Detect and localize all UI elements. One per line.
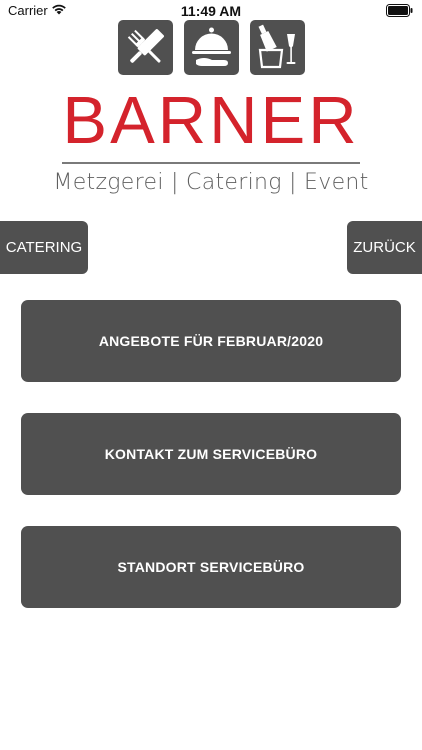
brand-logo: BARNER [62,83,360,158]
back-button[interactable]: ZURÜCK [347,221,422,274]
offers-button-label: ANGEBOTE FÜR FEBRUAR/2020 [98,333,324,349]
clock: 11:49 AM [180,3,242,19]
battery-icon [386,4,413,17]
location-button-label: STANDORT SERVICEBÜRO [117,559,305,575]
knife-fork-icon [118,20,173,75]
brand-divider [62,162,360,164]
contact-service-office-button[interactable]: KONTAKT ZUM SERVICEBÜRO [21,413,401,495]
brand-tagline: Metzgerei | Catering | Event [53,170,369,195]
contact-button-label: KONTAKT ZUM SERVICEBÜRO [104,446,318,462]
status-bar: Carrier 11:49 AM [0,0,422,22]
logo-icons [118,20,306,77]
serving-cloche-icon [184,20,239,75]
catering-button[interactable]: CATERING [0,221,88,274]
service-office-location-button[interactable]: STANDORT SERVICEBÜRO [21,526,401,608]
offers-button[interactable]: ANGEBOTE FÜR FEBRUAR/2020 [21,300,401,382]
champagne-bucket-icon [250,20,305,75]
